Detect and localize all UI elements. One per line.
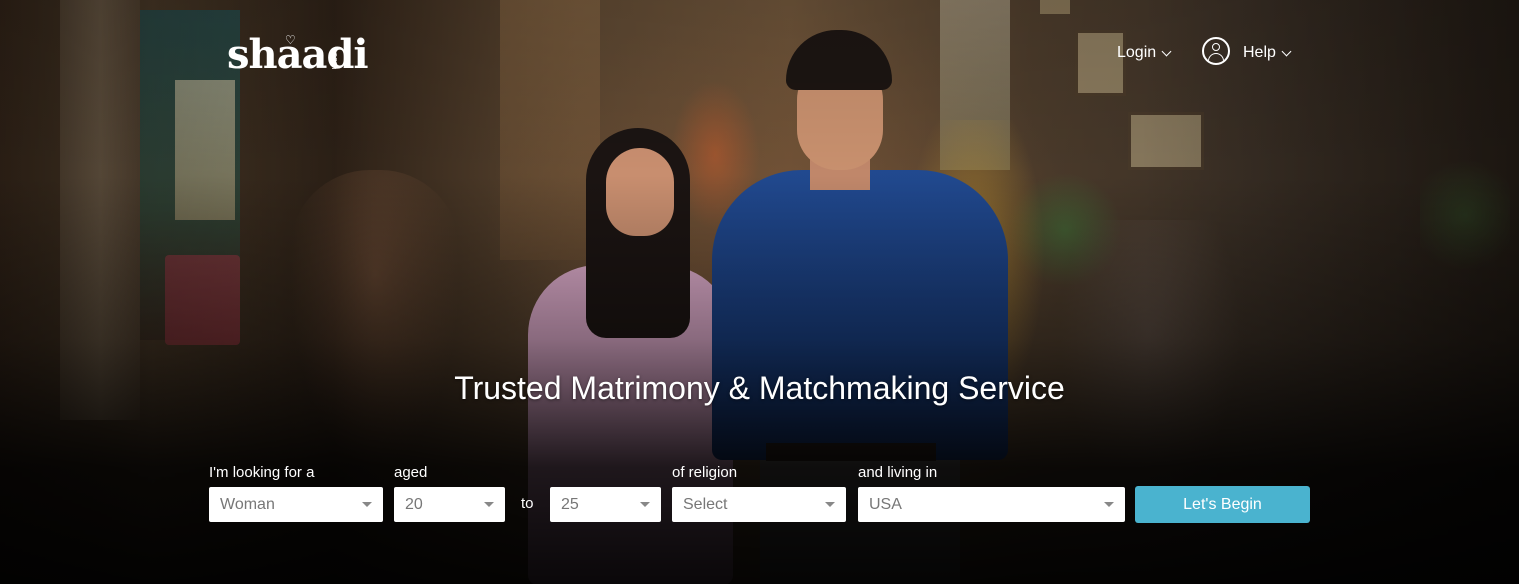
- looking-for-value: Woman: [220, 496, 275, 513]
- living-in-value: USA: [869, 496, 902, 513]
- age-from-select[interactable]: 20: [394, 487, 505, 522]
- caret-down-icon: [362, 502, 372, 507]
- age-to-value: 25: [561, 496, 579, 513]
- shaadi-logo[interactable]: shaadi: [227, 31, 369, 79]
- heart-icon: ♡: [285, 33, 296, 47]
- age-to-select[interactable]: 25: [550, 487, 661, 522]
- caret-down-icon: [484, 502, 494, 507]
- user-shoulders-shape: [1208, 53, 1224, 63]
- login-menu[interactable]: Login: [1117, 42, 1172, 64]
- living-in-label: and living in: [858, 464, 938, 481]
- living-in-select[interactable]: USA: [858, 487, 1125, 522]
- user-head-shape: [1212, 43, 1220, 51]
- caret-down-icon: [825, 502, 835, 507]
- help-label: Help: [1243, 44, 1276, 61]
- aged-label: aged: [394, 464, 428, 481]
- logo-text: shaadi: [227, 31, 369, 78]
- religion-value: Select: [683, 496, 728, 513]
- looking-for-label: I'm looking for a: [209, 464, 315, 481]
- looking-for-select[interactable]: Woman: [209, 487, 383, 522]
- hero-headline: Trusted Matrimony & Matchmaking Service: [454, 370, 1065, 406]
- chevron-down-icon: [1161, 46, 1172, 56]
- lets-begin-button[interactable]: Let's Begin: [1135, 486, 1310, 523]
- logo-suffix: .com: [330, 50, 340, 70]
- user-circle-icon[interactable]: [1202, 37, 1230, 65]
- caret-down-icon: [1104, 502, 1114, 507]
- to-label: to: [521, 495, 534, 512]
- help-menu[interactable]: Help: [1243, 42, 1292, 64]
- religion-label: of religion: [672, 464, 738, 481]
- caret-down-icon: [640, 502, 650, 507]
- religion-select[interactable]: Select: [672, 487, 846, 522]
- chevron-down-icon: [1281, 46, 1292, 56]
- login-label: Login: [1117, 44, 1157, 61]
- age-from-value: 20: [405, 496, 423, 513]
